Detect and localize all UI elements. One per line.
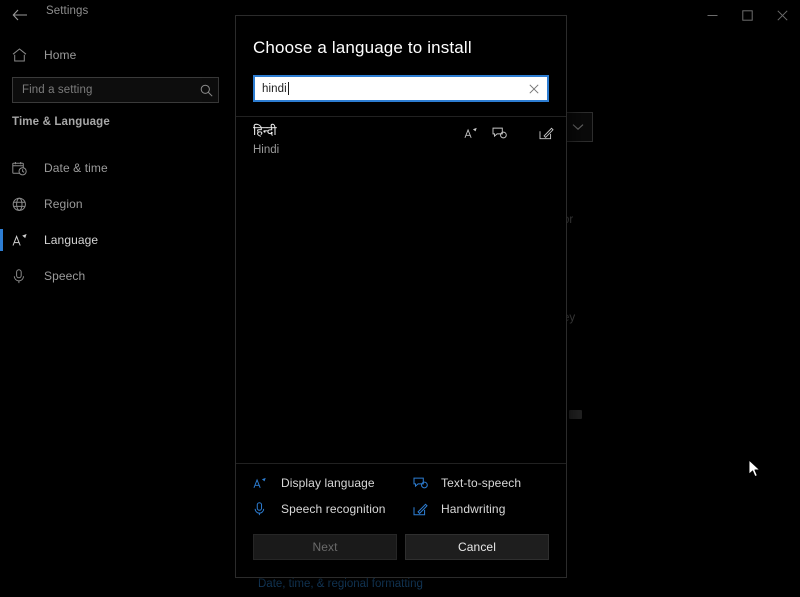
language-english-name: Hindi [253,142,464,158]
legend-label-text-to-speech: Text-to-speech [441,476,521,490]
background-badge [569,410,582,419]
display-language-icon [464,127,478,140]
sidebar-item-home-label: Home [44,48,76,62]
background-dropdown[interactable] [563,112,593,142]
home-icon [12,48,34,62]
sidebar-item-speech-label: Speech [44,269,85,283]
legend-item-speech-recognition: Speech recognition [253,502,413,516]
sidebar-item-region[interactable]: Region [0,186,230,222]
close-icon [529,84,539,94]
text-caret [288,82,289,95]
cancel-button[interactable]: Cancel [405,534,549,560]
microphone-icon [12,269,34,284]
sidebar-group-title: Time & Language [12,116,110,128]
globe-icon [12,197,34,212]
legend-label-handwriting: Handwriting [441,502,505,516]
language-search-value: hindi [262,83,287,95]
sidebar-item-language[interactable]: Language [0,222,230,258]
language-result-names: हिन्दी Hindi [253,123,464,158]
calendar-clock-icon [12,161,34,176]
language-result-row[interactable]: हिन्दी Hindi [236,117,566,165]
sidebar-nav-list: Date & time Region [0,150,230,294]
text-to-speech-icon [492,127,507,140]
sidebar-item-home[interactable]: Home [0,38,230,72]
legend-label-speech-recognition: Speech recognition [281,502,386,516]
language-results-list: हिन्दी Hindi [236,117,566,463]
dialog-title: Choose a language to install [253,38,566,58]
screen: Settings [0,0,800,597]
language-native-name: हिन्दी [253,123,464,139]
dialog-actions: Next Cancel [236,522,566,577]
sidebar-search[interactable]: Find a setting [12,77,219,103]
legend-item-handwriting: Handwriting [413,502,549,516]
sidebar: Home Find a setting Time & Language [0,38,230,597]
choose-language-dialog: Choose a language to install hindi हिन्द… [235,15,567,578]
sidebar-search-input[interactable]: Find a setting [13,84,194,96]
sidebar-item-date-time-label: Date & time [44,161,108,175]
language-search-input[interactable]: hindi [255,82,521,95]
legend-item-display-language: Display language [253,476,413,490]
sidebar-item-language-label: Language [44,233,98,247]
language-search-field[interactable]: hindi [253,75,549,102]
close-button[interactable] [765,0,800,30]
display-language-icon [253,477,275,490]
search-icon[interactable] [194,84,218,97]
handwriting-icon [413,503,435,516]
handwriting-icon [539,127,554,140]
legend-item-text-to-speech: Text-to-speech [413,476,549,490]
selection-indicator [0,229,3,251]
chevron-down-icon [572,123,584,131]
minimize-button[interactable] [695,0,730,30]
language-capability-icons [464,123,554,140]
capability-legend: Display language Text-to-speech [236,464,566,522]
window-title: Settings [46,5,88,17]
text-to-speech-icon [413,477,435,490]
back-button[interactable] [6,2,34,28]
date-time-regional-formatting-link[interactable]: Date, time, & regional formatting [258,578,423,590]
sidebar-item-date-time[interactable]: Date & time [0,150,230,186]
maximize-button[interactable] [730,0,765,30]
sidebar-item-region-label: Region [44,197,83,211]
language-icon [12,233,34,248]
next-button[interactable]: Next [253,534,397,560]
microphone-icon [253,502,275,516]
sidebar-item-speech[interactable]: Speech [0,258,230,294]
legend-label-display-language: Display language [281,476,375,490]
clear-search-button[interactable] [521,77,547,100]
caption-buttons [695,0,800,30]
